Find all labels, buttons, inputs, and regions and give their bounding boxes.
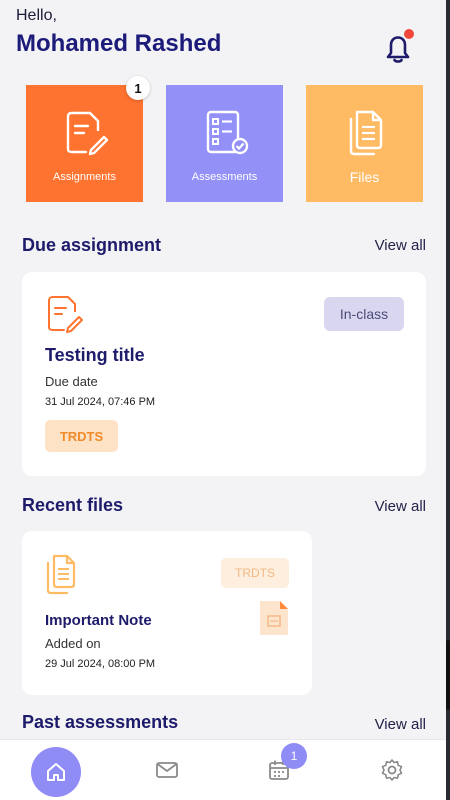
tile-label-assessments: Assessments	[191, 171, 258, 183]
file-title: Important Note	[45, 612, 152, 629]
due-assignment-card[interactable]: In-class Testing title Due date 31 Jul 2…	[22, 272, 426, 476]
assignment-edit-icon	[66, 111, 108, 156]
bottom-navigation: 1	[0, 739, 446, 800]
due-view-all-link[interactable]: View all	[375, 237, 426, 254]
screen-edge	[446, 0, 450, 800]
calendar-count-badge: 1	[281, 743, 307, 769]
tile-files[interactable]: Files	[306, 85, 423, 202]
nav-settings-button[interactable]	[377, 755, 407, 785]
due-date-value: 31 Jul 2024, 07:46 PM	[45, 396, 156, 408]
due-date-label: Due date	[45, 374, 98, 389]
past-assessments-heading: Past assessments	[22, 712, 179, 732]
settings-icon	[381, 759, 403, 781]
assignment-title: Testing title	[45, 345, 145, 365]
added-on-label: Added on	[45, 636, 101, 651]
home-icon	[47, 763, 65, 781]
checklist-icon	[206, 110, 248, 155]
tile-label-assignments: Assignments	[53, 171, 116, 183]
file-subject-tag: TRDTS	[221, 558, 289, 588]
recent-files-heading: Recent files	[22, 495, 124, 515]
files-icon	[46, 554, 76, 595]
subject-tag: TRDTS	[45, 420, 118, 452]
tile-assignments[interactable]: Assignments	[26, 85, 143, 202]
user-name: Mohamed Rashed	[16, 30, 222, 57]
assignment-edit-icon	[48, 296, 83, 333]
home-screen: Hello, Mohamed Rashed Assignments 1 Asse…	[0, 0, 446, 800]
greeting: Hello,	[16, 7, 57, 24]
past-view-all-link[interactable]: View all	[375, 716, 426, 733]
tile-label-files: Files	[349, 169, 380, 185]
document-thumbnail-icon	[260, 601, 288, 635]
added-on-value: 29 Jul 2024, 08:00 PM	[45, 658, 156, 670]
nav-messages-button[interactable]	[152, 755, 182, 785]
notification-dot	[404, 29, 414, 39]
notification-button[interactable]	[378, 28, 418, 68]
edge-handle	[446, 640, 450, 710]
tile-assessments[interactable]: Assessments	[166, 85, 283, 202]
mail-icon	[156, 762, 178, 778]
nav-home-button[interactable]	[31, 747, 81, 797]
assignments-count-badge: 1	[126, 76, 150, 100]
due-assignment-heading: Due assignment	[22, 235, 162, 255]
files-icon	[349, 110, 382, 156]
files-view-all-link[interactable]: View all	[375, 498, 426, 515]
class-type-badge: In-class	[324, 297, 404, 331]
recent-file-card[interactable]: TRDTS Important Note Added on 29 Jul 202…	[22, 531, 312, 695]
